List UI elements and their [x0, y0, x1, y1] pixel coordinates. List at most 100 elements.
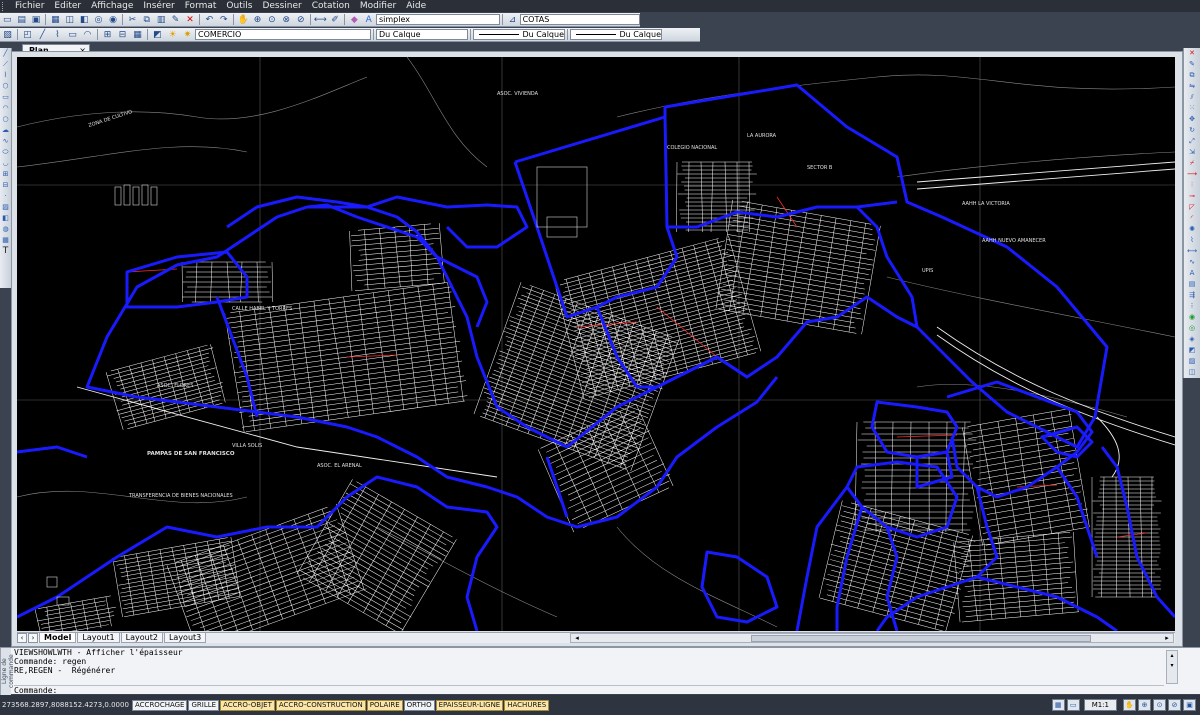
polar-toggle[interactable]: POLAIRE: [366, 699, 403, 711]
overkill-icon[interactable]: ◈: [1187, 335, 1197, 344]
print-icon[interactable]: ▦: [49, 14, 61, 26]
ortho-toggle[interactable]: ORTHO: [403, 699, 435, 711]
tab-layout1[interactable]: Layout1: [77, 633, 120, 643]
polyline-icon[interactable]: ⌇: [51, 29, 64, 41]
copy-icon[interactable]: ⧉: [141, 14, 153, 26]
align-icon[interactable]: ⇶: [1187, 291, 1197, 300]
hatch-toggle[interactable]: HACHURES: [504, 699, 550, 711]
drawing-canvas[interactable]: PAMPAS DE SAN FRANCISCO TRANSFERENCIA DE…: [17, 57, 1175, 631]
move-icon[interactable]: ✥: [1187, 115, 1197, 124]
lineweight-toggle[interactable]: EPAISSEUR-LIGNE: [435, 699, 504, 711]
construction-line-icon[interactable]: ⟋: [1, 60, 11, 69]
menu-editer[interactable]: Editer: [49, 1, 86, 11]
dim-style-select[interactable]: COTAS: [519, 14, 640, 25]
menu-affichage[interactable]: Affichage: [86, 1, 138, 11]
line-icon[interactable]: ╱: [36, 29, 49, 41]
annotation-scale[interactable]: M1:1: [1083, 699, 1117, 711]
distance-icon[interactable]: ⟷: [314, 14, 327, 26]
rectangle-tool-icon[interactable]: ▭: [1, 93, 11, 102]
array-icon[interactable]: ⁙: [1187, 104, 1197, 113]
trim-icon[interactable]: ⌿: [1187, 159, 1197, 168]
cut-icon[interactable]: ✂: [126, 14, 138, 26]
menu-fichier[interactable]: Fichier: [10, 1, 49, 11]
ungroup-icon[interactable]: ◎: [1187, 324, 1197, 333]
properties-icon[interactable]: ✐: [329, 14, 341, 26]
scale-icon[interactable]: ⤢: [1187, 137, 1197, 146]
menu-format[interactable]: Format: [180, 1, 222, 11]
pan-tool-icon[interactable]: ✋: [1123, 699, 1136, 711]
polygon-icon[interactable]: ⬡: [1, 82, 11, 91]
region-icon[interactable]: ◍: [1, 225, 11, 234]
publish-icon[interactable]: ◧: [78, 14, 90, 26]
fillet-icon[interactable]: ◜: [1187, 214, 1197, 223]
tab-layout3[interactable]: Layout3: [163, 633, 207, 643]
undo-icon[interactable]: ↶: [203, 14, 215, 26]
insert-block-icon[interactable]: ⊞: [1, 170, 11, 179]
model-space-icon[interactable]: ▭: [1066, 699, 1080, 711]
boundary-icon[interactable]: ◫: [1187, 368, 1197, 377]
scroll-left-icon[interactable]: ◂: [572, 634, 582, 642]
plot-preview-icon[interactable]: ◫: [64, 14, 76, 26]
group-icon[interactable]: ◉: [1187, 313, 1197, 322]
layer-previous-icon[interactable]: ◰: [21, 29, 34, 41]
circle-icon[interactable]: ○: [1, 115, 11, 124]
pan-icon[interactable]: ✋: [237, 14, 249, 26]
offset-icon[interactable]: ⫽: [1187, 93, 1197, 102]
join-icon[interactable]: ⊸: [1187, 192, 1197, 201]
zoom-realtime-icon[interactable]: ⊕: [251, 14, 263, 26]
new-icon[interactable]: ▭: [1, 14, 13, 26]
close-icon[interactable]: ✕: [1187, 49, 1197, 58]
scroll-right-icon[interactable]: ▸: [1162, 634, 1172, 642]
zoom-tool-icon[interactable]: ⊕: [1138, 699, 1151, 711]
polyline-tool-icon[interactable]: ⌇: [1, 71, 11, 80]
edit-spline-icon[interactable]: ∿: [1187, 258, 1197, 267]
draw-order-icon[interactable]: ◩: [1187, 346, 1197, 355]
fullscreen-icon[interactable]: ▣: [1183, 699, 1196, 711]
layer-icon[interactable]: ☀: [166, 29, 179, 41]
zoom-window-tool-icon[interactable]: ⊙: [1153, 699, 1166, 711]
menu-dessiner[interactable]: Dessiner: [257, 1, 306, 11]
next-tab-button[interactable]: ›: [28, 633, 38, 643]
zoom-window-icon[interactable]: ⊙: [266, 14, 278, 26]
match-properties-icon[interactable]: ✎: [169, 14, 181, 26]
erase-icon[interactable]: ✕: [184, 14, 196, 26]
spell-icon[interactable]: ◉: [107, 14, 119, 26]
insert-icon[interactable]: ⊟: [116, 29, 129, 41]
break-icon[interactable]: ⫶: [1187, 181, 1197, 190]
horizontal-scrollbar[interactable]: ◂ ▸: [570, 633, 1174, 643]
edit-polyline-icon[interactable]: ⌇: [1187, 236, 1197, 245]
linetype-select[interactable]: Du Calque: [473, 29, 565, 40]
dim-style-icon[interactable]: ⊿: [506, 14, 518, 26]
line-tool-icon[interactable]: ╱: [1, 49, 11, 58]
mirror-icon[interactable]: ⇋: [1187, 82, 1197, 91]
rectangle-icon[interactable]: ▭: [66, 29, 79, 41]
object-snap-toggle[interactable]: ACCRO-OBJET: [220, 699, 275, 711]
zoom-extents-icon[interactable]: ⊘: [295, 14, 307, 26]
text-icon[interactable]: T: [1, 247, 11, 256]
table-tool-icon[interactable]: ▦: [1, 236, 11, 245]
extend-icon[interactable]: ⟶: [1187, 170, 1197, 179]
paste-icon[interactable]: ▥: [155, 14, 167, 26]
color-select[interactable]: Du Calque: [376, 29, 468, 40]
open-icon[interactable]: ▤: [15, 14, 27, 26]
table-icon[interactable]: ▦: [131, 29, 144, 41]
zoom-previous-icon[interactable]: ⊗: [280, 14, 292, 26]
hatch-icon[interactable]: ▨: [1, 203, 11, 212]
gradient-icon[interactable]: ◧: [1, 214, 11, 223]
edit-text-icon[interactable]: A: [1187, 269, 1197, 278]
workspace-icon[interactable]: ▦: [1051, 699, 1065, 711]
hatch-edit-icon[interactable]: ▨: [1187, 357, 1197, 366]
ellipse-arc-icon[interactable]: ◡: [1, 159, 11, 168]
arc-tool-icon[interactable]: ◠: [1, 104, 11, 113]
save-icon[interactable]: ▣: [30, 14, 42, 26]
command-scrollbar[interactable]: ▴ ▾: [1166, 650, 1178, 684]
lengthen-icon[interactable]: ⟷: [1187, 247, 1197, 256]
text-style-select[interactable]: simplex: [375, 14, 501, 25]
stretch-icon[interactable]: ⇲: [1187, 148, 1197, 157]
layer-state-icon[interactable]: ◩: [151, 29, 164, 41]
grid-toggle[interactable]: GRILLE: [188, 699, 220, 711]
menu-modifier[interactable]: Modifier: [355, 1, 401, 11]
first-tab-button[interactable]: ‹: [17, 633, 27, 643]
revision-cloud-icon[interactable]: ☁: [1, 126, 11, 135]
layer-manager-icon[interactable]: ▧: [1, 29, 14, 41]
